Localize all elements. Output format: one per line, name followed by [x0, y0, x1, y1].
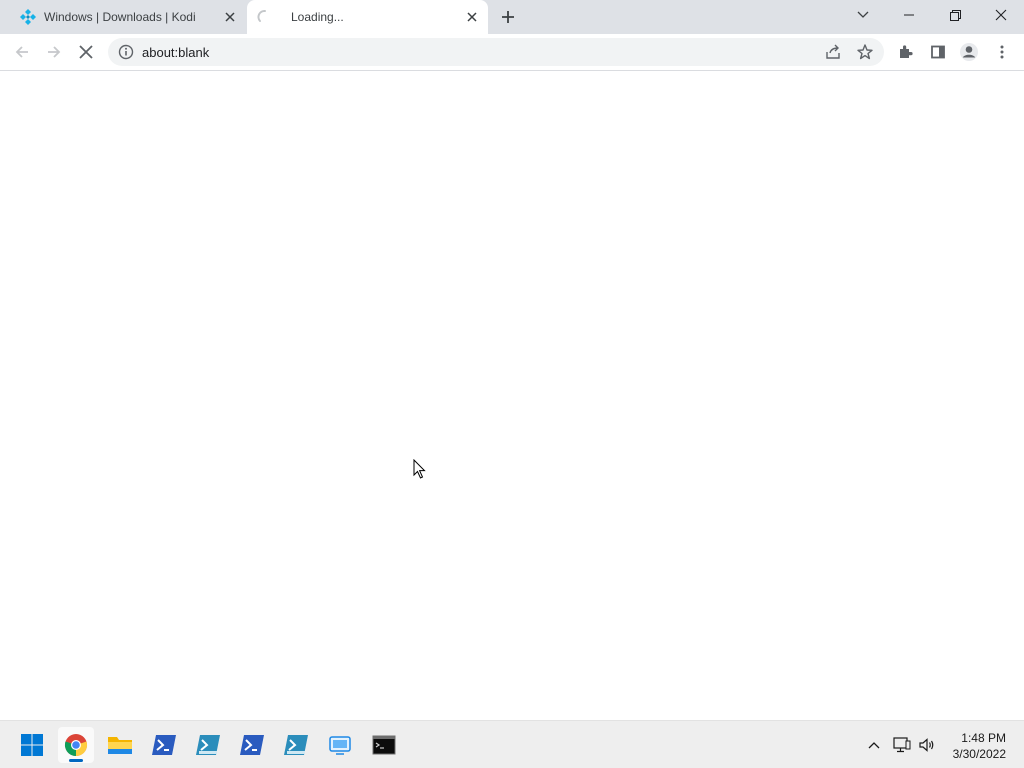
volume-button[interactable]	[917, 735, 937, 755]
stop-loading-button[interactable]	[74, 40, 98, 64]
side-panel-icon	[931, 45, 945, 59]
puzzle-icon	[900, 45, 913, 58]
start-button[interactable]	[14, 727, 50, 763]
system-clock[interactable]: 1:48 PM 3/30/2022	[953, 730, 1006, 762]
restore-icon	[949, 9, 961, 21]
powershell-icon	[240, 735, 264, 755]
taskbar-powershell[interactable]	[146, 727, 182, 763]
taskbar-powershell-ise-2[interactable]	[278, 727, 314, 763]
arrow-right-icon	[48, 46, 61, 58]
close-window-button[interactable]	[978, 0, 1024, 30]
page-content[interactable]	[0, 71, 1024, 720]
kodi-icon	[20, 9, 36, 25]
tab-search-button[interactable]	[840, 0, 886, 30]
back-button[interactable]	[10, 40, 34, 64]
active-indicator	[69, 759, 83, 762]
minimize-icon	[904, 14, 914, 16]
minimize-button[interactable]	[886, 0, 932, 30]
close-icon	[995, 9, 1007, 21]
taskbar-chrome[interactable]	[58, 727, 94, 763]
share-icon[interactable]	[824, 43, 842, 61]
avatar-icon	[960, 43, 978, 61]
clock-date: 3/30/2022	[952, 747, 1006, 761]
tab-title: Windows | Downloads | Kodi	[44, 10, 196, 24]
clock-time: 1:48 PM	[961, 731, 1006, 745]
forward-button[interactable]	[42, 40, 66, 64]
tab-strip: Windows | Downloads | Kodi Loading...	[0, 0, 1024, 34]
browser-toolbar: about:blank	[0, 34, 1024, 71]
chevron-up-icon	[868, 742, 880, 749]
speaker-icon	[919, 738, 934, 752]
taskbar-powershell-ise[interactable]	[190, 727, 226, 763]
close-tab-icon[interactable]	[464, 9, 480, 25]
new-tab-button[interactable]	[498, 7, 518, 27]
mouse-cursor-icon	[413, 459, 426, 479]
taskbar-file-explorer[interactable]	[102, 727, 138, 763]
plus-icon	[502, 11, 514, 23]
tab-loading[interactable]: Loading...	[247, 0, 488, 34]
tab-kodi-downloads[interactable]: Windows | Downloads | Kodi	[8, 0, 246, 34]
taskbar-command-prompt[interactable]	[366, 727, 402, 763]
kebab-menu-icon	[1000, 45, 1004, 59]
network-icon	[893, 737, 911, 753]
file-explorer-icon	[108, 737, 132, 754]
remote-desktop-icon	[329, 736, 351, 755]
chrome-icon	[64, 734, 88, 757]
taskbar-powershell-2[interactable]	[234, 727, 270, 763]
chevron-down-icon	[857, 11, 869, 18]
network-button[interactable]	[892, 735, 912, 755]
address-bar[interactable]: about:blank	[108, 38, 884, 66]
powershell-ise-icon	[196, 735, 220, 755]
close-icon	[79, 45, 93, 59]
powershell-icon	[152, 735, 176, 755]
address-url[interactable]: about:blank	[142, 45, 209, 60]
taskbar: 1:48 PM 3/30/2022	[0, 720, 1024, 768]
menu-button[interactable]	[990, 40, 1014, 64]
loading-spinner-icon	[257, 9, 273, 25]
profile-button[interactable]	[957, 40, 981, 64]
command-prompt-icon	[372, 735, 396, 755]
powershell-ise-icon	[284, 735, 308, 755]
close-tab-icon[interactable]	[222, 9, 238, 25]
start-icon	[21, 734, 43, 756]
star-icon[interactable]	[856, 43, 874, 61]
tab-title: Loading...	[291, 10, 344, 24]
extensions-button[interactable]	[894, 40, 918, 64]
show-hidden-icons-button[interactable]	[864, 735, 884, 755]
arrow-left-icon	[15, 46, 28, 58]
info-icon[interactable]	[118, 44, 134, 60]
restore-button[interactable]	[932, 0, 978, 30]
side-panel-button[interactable]	[926, 40, 950, 64]
taskbar-remote-desktop[interactable]	[322, 727, 358, 763]
